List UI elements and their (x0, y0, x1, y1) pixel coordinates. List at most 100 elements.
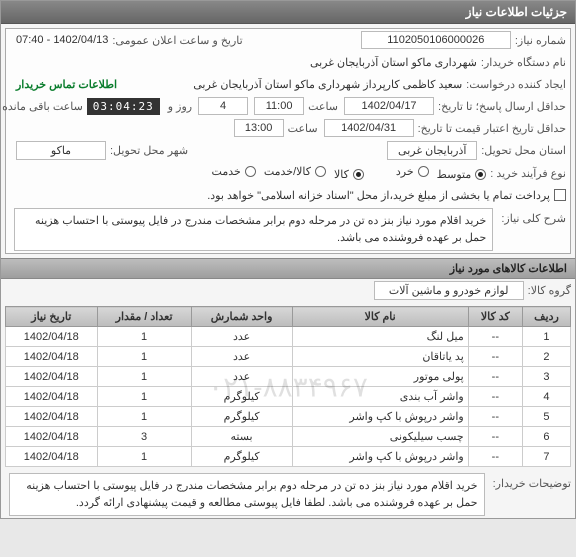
reply-time-label: ساعت (308, 100, 338, 113)
cell-qty: 1 (97, 327, 191, 347)
cell-unit: کیلوگرم (191, 407, 292, 427)
process-type-option[interactable]: خرد (396, 165, 429, 178)
need-number-label: شماره نیاز: (515, 34, 566, 47)
table-row: 6--چسب سیلیکونیبسته31402/04/18 (6, 427, 571, 447)
col-code: کد کالا (468, 307, 522, 327)
cell-qty: 1 (97, 347, 191, 367)
cell-name: واشر درپوش با کپ واشر (292, 407, 468, 427)
contact-link[interactable]: اطلاعات تماس خریدار (16, 78, 117, 91)
items-table: ردیف کد کالا نام کالا واحد شمارش تعداد /… (5, 306, 571, 467)
col-unit: واحد شمارش (191, 307, 292, 327)
group-label: گروه کالا: (528, 284, 571, 297)
cell-date: 1402/04/18 (6, 407, 98, 427)
cell-unit: بسته (191, 427, 292, 447)
radio-icon[interactable] (418, 166, 429, 177)
cell-row: 2 (522, 347, 570, 367)
col-qty: تعداد / مقدار (97, 307, 191, 327)
cell-name: میل لنگ (292, 327, 468, 347)
payment-note: پرداخت تمام یا بخشی از مبلغ خرید،از محل … (207, 189, 550, 202)
cell-qty: 1 (97, 387, 191, 407)
table-row: 7--واشر درپوش با کپ واشرکیلوگرم11402/04/… (6, 447, 571, 467)
summary-text: خرید اقلام مورد نیاز بنز ده تن در مرحله … (14, 208, 493, 251)
col-date: تاریخ نیاز (6, 307, 98, 327)
product-type-option[interactable]: کالا (334, 168, 364, 181)
radio-icon[interactable] (315, 166, 326, 177)
cell-code: -- (468, 427, 522, 447)
days-field: 4 (198, 97, 248, 115)
cell-code: -- (468, 387, 522, 407)
product-type-option[interactable]: کالا/خدمت (264, 165, 326, 178)
cell-row: 1 (522, 327, 570, 347)
radio-label: کالا (334, 168, 349, 181)
product-type-option[interactable]: خدمت (212, 165, 256, 178)
cell-date: 1402/04/18 (6, 427, 98, 447)
cell-row: 6 (522, 427, 570, 447)
title-bar: جزئیات اطلاعات نیاز (1, 1, 575, 24)
radio-icon[interactable] (475, 169, 486, 180)
cell-qty: 1 (97, 447, 191, 467)
remaining-label: ساعت باقی مانده (2, 100, 83, 113)
buyer-org-label: نام دستگاه خریدار: (481, 56, 566, 69)
radio-label: خرد (396, 165, 414, 178)
process-type-option[interactable]: متوسط (437, 168, 487, 181)
cell-date: 1402/04/18 (6, 367, 98, 387)
payment-checkbox[interactable] (554, 189, 566, 201)
col-row: ردیف (522, 307, 570, 327)
buyer-org-value: شهرداری ماکو استان آذربایجان غربی (310, 56, 477, 69)
days-label: روز و (168, 100, 192, 113)
requester-label: ایجاد کننده درخواست: (466, 78, 566, 91)
province-label: استان محل تحویل: (481, 144, 566, 157)
cell-code: -- (468, 347, 522, 367)
col-name: نام کالا (292, 307, 468, 327)
price-time-field: 13:00 (234, 119, 284, 137)
cell-row: 4 (522, 387, 570, 407)
province-field: آذربایجان غربی (387, 141, 477, 160)
announce-label: تاریخ و ساعت اعلان عمومی: (112, 34, 242, 47)
table-row: 5--واشر درپوش با کپ واشرکیلوگرم11402/04/… (6, 407, 571, 427)
group-field: لوازم خودرو و ماشین آلات (374, 281, 524, 300)
cell-name: واشر آب بندی (292, 387, 468, 407)
city-label: شهر محل تحویل: (110, 144, 188, 157)
cell-code: -- (468, 447, 522, 467)
cell-date: 1402/04/18 (6, 327, 98, 347)
cell-name: پد یاتاقان (292, 347, 468, 367)
cell-code: -- (468, 327, 522, 347)
summary-label: شرح کلی نیاز: (501, 208, 566, 225)
price-deadline-label: حداقل تاریخ اعتبار قیمت تا تاریخ: (418, 122, 566, 135)
cell-qty: 1 (97, 407, 191, 427)
reply-deadline-label: حداقل ارسال پاسخ؛ تا تاریخ: (438, 100, 566, 113)
table-row: 1--میل لنگعدد11402/04/18 (6, 327, 571, 347)
need-number-field: 1102050106000026 (361, 31, 511, 49)
announce-value: 1402/04/13 - 07:40 (16, 34, 108, 46)
radio-icon[interactable] (245, 166, 256, 177)
cell-unit: کیلوگرم (191, 387, 292, 407)
cell-date: 1402/04/18 (6, 347, 98, 367)
cell-row: 5 (522, 407, 570, 427)
radio-icon[interactable] (353, 169, 364, 180)
cell-qty: 1 (97, 367, 191, 387)
cell-date: 1402/04/18 (6, 387, 98, 407)
cell-row: 7 (522, 447, 570, 467)
countdown-timer: 03:04:23 (87, 98, 160, 115)
cell-date: 1402/04/18 (6, 447, 98, 467)
cell-unit: کیلوگرم (191, 447, 292, 467)
cell-unit: عدد (191, 327, 292, 347)
table-row: 4--واشر آب بندیکیلوگرم11402/04/18 (6, 387, 571, 407)
city-field: ماکو (16, 141, 106, 160)
reply-time-field: 11:00 (254, 97, 304, 115)
cell-name: چسب سیلیکونی (292, 427, 468, 447)
price-date-field: 1402/04/31 (324, 119, 414, 137)
radio-label: متوسط (437, 168, 472, 181)
buyer-notes-text: خرید اقلام مورد نیاز بنز ده تن در مرحله … (9, 473, 485, 516)
items-header: اطلاعات کالاهای مورد نیاز (1, 258, 575, 279)
table-row: 3--پولی موتورعدد11402/04/18 (6, 367, 571, 387)
table-row: 2--پد یاتاقانعدد11402/04/18 (6, 347, 571, 367)
cell-code: -- (468, 407, 522, 427)
radio-label: خدمت (212, 165, 241, 178)
cell-row: 3 (522, 367, 570, 387)
cell-unit: عدد (191, 367, 292, 387)
radio-label: کالا/خدمت (264, 165, 311, 178)
process-type-label: نوع فرآیند خرید : (490, 167, 566, 180)
buyer-notes-label: توضیحات خریدار: (493, 473, 571, 490)
cell-name: واشر درپوش با کپ واشر (292, 447, 468, 467)
